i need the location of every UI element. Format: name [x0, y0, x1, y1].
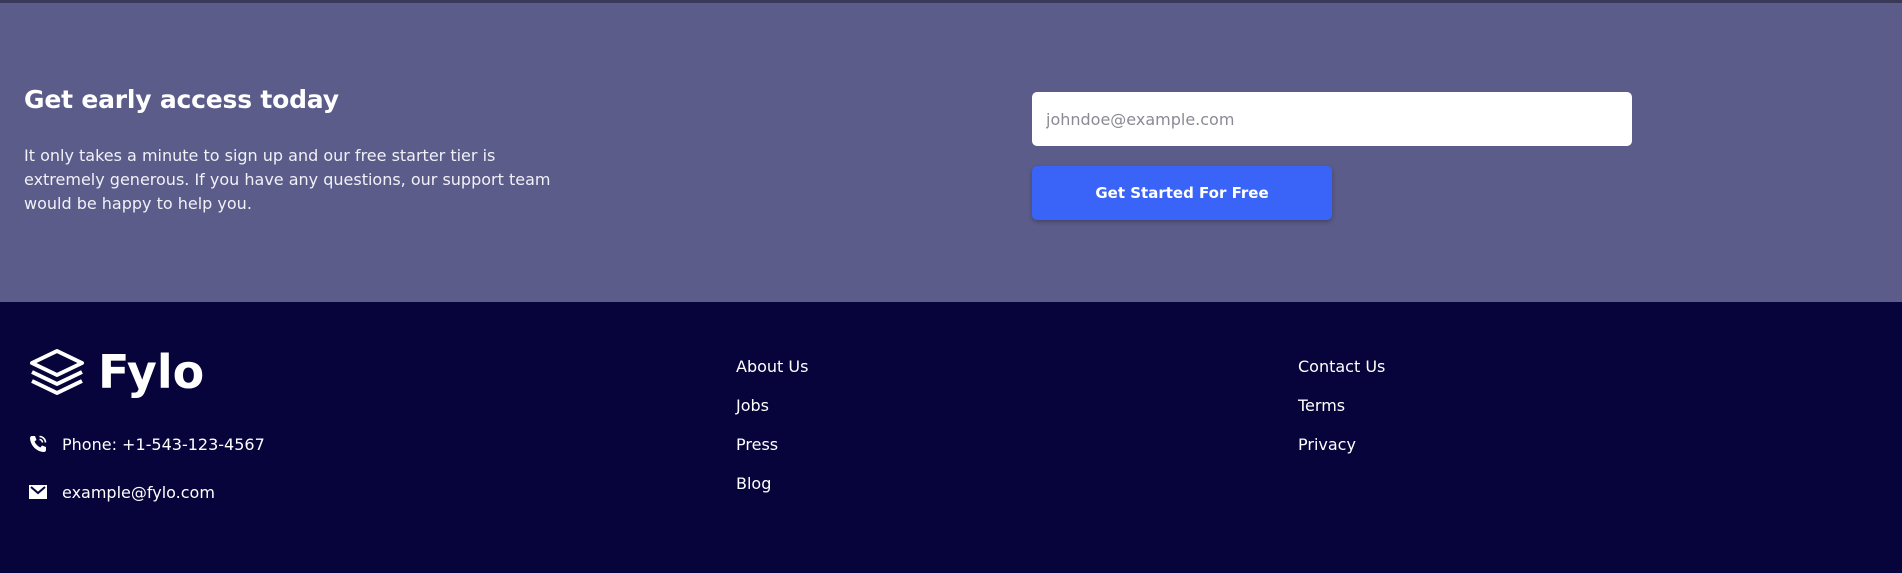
footer: Fylo Phone: +1-543-123-4567 example@fylo… [0, 302, 1902, 573]
early-access-section: Get early access today It only takes a m… [0, 3, 1902, 302]
get-started-button[interactable]: Get Started For Free [1032, 166, 1332, 220]
stacked-layers-icon [30, 349, 84, 395]
footer-link-terms[interactable]: Terms [1298, 395, 1385, 434]
phone-text: Phone: +1-543-123-4567 [62, 434, 265, 454]
footer-link-contact-us[interactable]: Contact Us [1298, 356, 1385, 395]
cta-description: It only takes a minute to sign up and ou… [24, 146, 551, 213]
footer-link-about-us[interactable]: About Us [736, 356, 808, 395]
footer-link-privacy[interactable]: Privacy [1298, 434, 1385, 473]
email-contact: example@fylo.com [28, 482, 215, 502]
footer-link-jobs[interactable]: Jobs [736, 395, 808, 434]
email-text[interactable]: example@fylo.com [62, 483, 215, 502]
footer-links-company: About Us Jobs Press Blog [736, 356, 808, 512]
email-input[interactable] [1032, 92, 1632, 146]
footer-links-support: Contact Us Terms Privacy [1298, 356, 1385, 473]
phone-icon [30, 435, 47, 452]
footer-logo[interactable]: Fylo [28, 348, 204, 396]
mail-icon [29, 485, 47, 499]
phone-contact: Phone: +1-543-123-4567 [28, 434, 265, 454]
cta-title: Get early access today [24, 85, 339, 114]
logo-wordmark: Fylo [98, 345, 205, 399]
footer-link-press[interactable]: Press [736, 434, 808, 473]
footer-link-blog[interactable]: Blog [736, 473, 808, 512]
